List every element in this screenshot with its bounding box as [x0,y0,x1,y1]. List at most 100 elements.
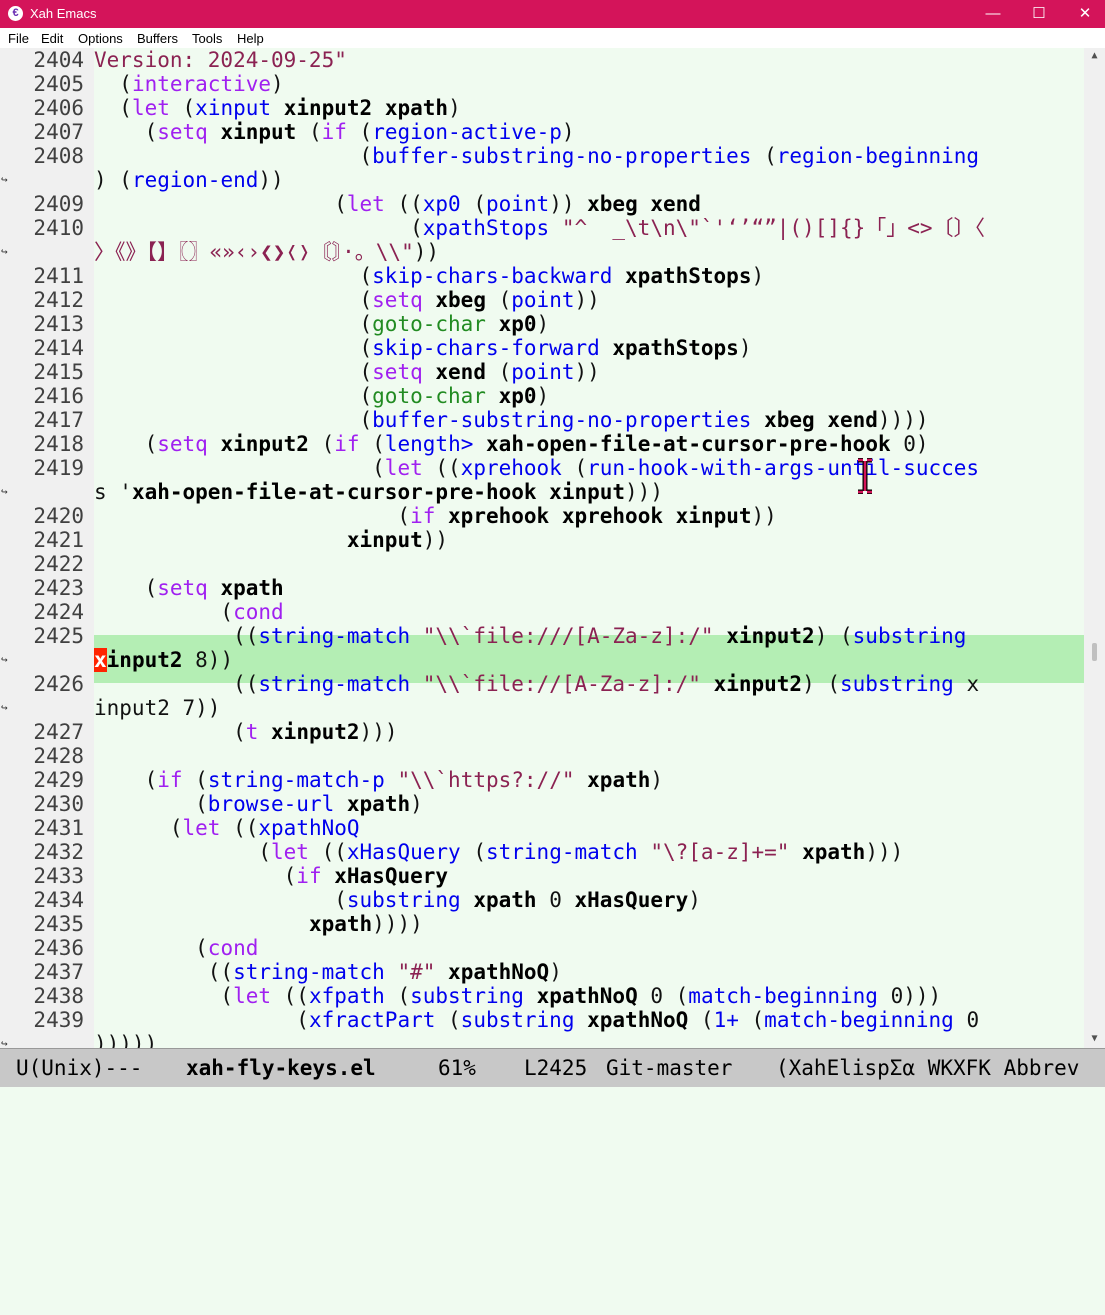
scrollbar-thumb[interactable] [1092,643,1097,661]
line-number: 2408 [33,144,84,168]
wrap-continuation-icon: ↪ [1,173,8,186]
code-line[interactable]: xpath)))) [94,912,423,936]
line-number: 2438 [33,984,84,1008]
scroll-up-arrow-icon[interactable]: ▲ [1084,50,1105,61]
line-number: 2436 [33,936,84,960]
code-line[interactable]: (let ((xp0 (point)) xbeg xend [94,192,701,216]
editor-buffer[interactable]: Version: 2024-09-25" (interactive) (let … [94,48,1084,1048]
line-number: 2428 [33,744,84,768]
line-number: 2432 [33,840,84,864]
line-number: 2414 [33,336,84,360]
line-number: 2406 [33,96,84,120]
maximize-button[interactable]: ☐ [1016,0,1062,28]
menu-tools[interactable]: Tools [192,31,222,46]
wrap-continuation-icon: ↪ [1,653,8,666]
code-line[interactable]: (xfractPart (substring xpathNoQ (1+ (mat… [94,1008,979,1032]
code-line[interactable]: (substring xpath 0 xHasQuery) [94,888,701,912]
line-number: 2418 [33,432,84,456]
code-line[interactable]: (cond [94,936,258,960]
code-line[interactable]: (let (xinput xinput2 xpath) [94,96,460,120]
code-line[interactable]: (skip-chars-backward xpathStops) [94,264,765,288]
line-number: 2413 [33,312,84,336]
line-number: 2429 [33,768,84,792]
close-button[interactable]: ✕ [1062,0,1105,28]
menu-help[interactable]: Help [237,31,264,46]
modeline-line-number: L2425 [524,1056,588,1080]
code-line[interactable]: (if (string-match-p "\\`https?://" xpath… [94,768,663,792]
line-number: 2411 [33,264,84,288]
code-line[interactable]: (setq xend (point)) [94,360,600,384]
code-line[interactable]: ((string-match "\\`file://[A-Za-z]:/" xi… [94,672,979,696]
modeline-vc-branch[interactable]: Git-master [606,1049,732,1087]
line-number: 2426 [33,672,84,696]
modeline-status: U(Unix)--- [16,1056,143,1080]
minimize-button[interactable]: — [970,0,1016,28]
line-number: 2415 [33,360,84,384]
wrap-continuation-icon: ↪ [1,245,8,258]
code-line[interactable]: ((string-match "#" xpathNoQ) [94,960,562,984]
modeline-position: 61% [438,1056,476,1080]
code-line[interactable]: (cond [94,600,283,624]
code-line[interactable]: ))))) [94,1032,157,1048]
code-line[interactable]: (buffer-substring-no-properties xbeg xen… [94,408,929,432]
line-number: 2433 [33,864,84,888]
code-line[interactable]: (goto-char xp0) [94,312,550,336]
code-line[interactable]: ) (region-end)) [94,168,284,192]
line-number: 2435 [33,912,84,936]
menu-buffers[interactable]: Buffers [137,31,178,46]
code-line[interactable]: (skip-chars-forward xpathStops) [94,336,752,360]
code-line[interactable]: (let ((xfpath (substring xpathNoQ 0 (mat… [94,984,941,1008]
line-number: 2425 [33,624,84,648]
line-number: 2439 [33,1008,84,1032]
wrap-continuation-icon: ↪ [1,701,8,714]
code-line[interactable]: xinput)) [94,528,448,552]
code-line[interactable]: (interactive) [94,72,283,96]
line-number: 2416 [33,384,84,408]
line-number: 2419 [33,456,84,480]
line-number: 2405 [33,72,84,96]
line-number: 2409 [33,192,84,216]
line-number: 2410 [33,216,84,240]
left-fringe [0,48,10,1048]
code-line[interactable]: (t xinput2))) [94,720,397,744]
code-line[interactable]: (if xHasQuery [94,864,448,888]
code-line[interactable]: (let ((xHasQuery (string-match "\?[a-z]+… [94,840,903,864]
line-number: 2417 [33,408,84,432]
line-number: 2422 [33,552,84,576]
code-line[interactable]: (if xprehook xprehook xinput)) [94,504,776,528]
line-number: 2427 [33,720,84,744]
line-number: 2431 [33,816,84,840]
code-line[interactable]: ((string-match "\\`file:///[A-Za-z]:/" x… [94,624,966,648]
text-cursor: x [94,648,107,672]
code-line[interactable]: (setq xbeg (point)) [94,288,600,312]
code-line[interactable]: xinput2 8)) [94,648,233,672]
vertical-scrollbar[interactable]: ▲ ▼ [1084,48,1105,1048]
code-line[interactable]: (buffer-substring-no-properties (region-… [94,144,980,168]
code-line[interactable]: (let ((xprehook (run-hook-with-args-unti… [94,456,979,480]
modeline-modes[interactable]: (XahElispΣα WKXFK Abbrev [776,1049,1079,1087]
scroll-down-arrow-icon[interactable]: ▼ [1084,1033,1105,1044]
line-number: 2434 [33,888,84,912]
menu-file[interactable]: File [8,31,29,46]
line-number: 2407 [33,120,84,144]
menu-options[interactable]: Options [78,31,123,46]
menu-bar: File Edit Options Buffers Tools Help [0,28,1105,48]
code-line[interactable]: (setq xinput (if (region-active-p) [94,120,575,144]
code-line[interactable]: (setq xinput2 (if (length> xah-open-file… [94,432,929,456]
code-line[interactable]: Version: 2024-09-25" [94,48,347,72]
code-line[interactable]: s 'xah-open-file-at-cursor-pre-hook xinp… [94,480,663,504]
title-bar: € Xah Emacs — ☐ ✕ [0,0,1105,28]
line-number: 2423 [33,576,84,600]
code-line[interactable]: (browse-url xpath) [94,792,423,816]
code-line[interactable]: (let ((xpathNoQ [94,816,360,840]
mode-line: U(Unix)--- xah-fly-keys.el 61% L2425 Git… [0,1048,1105,1087]
code-line[interactable]: (goto-char xp0) [94,384,550,408]
code-line[interactable]: 〉《》【】〖〗«»‹›❮❯❬❭〘〙·。\\")) [94,240,439,264]
text-cursor-icon [858,458,872,494]
line-number: 2430 [33,792,84,816]
modeline-buffer-name[interactable]: xah-fly-keys.el [186,1049,376,1087]
menu-edit[interactable]: Edit [41,31,63,46]
code-line[interactable]: (setq xpath [94,576,284,600]
code-line[interactable]: input2 7)) [94,696,220,720]
code-line[interactable]: (xpathStops "^ _\t\n\"`'‘’“”|()[]{}「」<>〔… [94,216,985,240]
